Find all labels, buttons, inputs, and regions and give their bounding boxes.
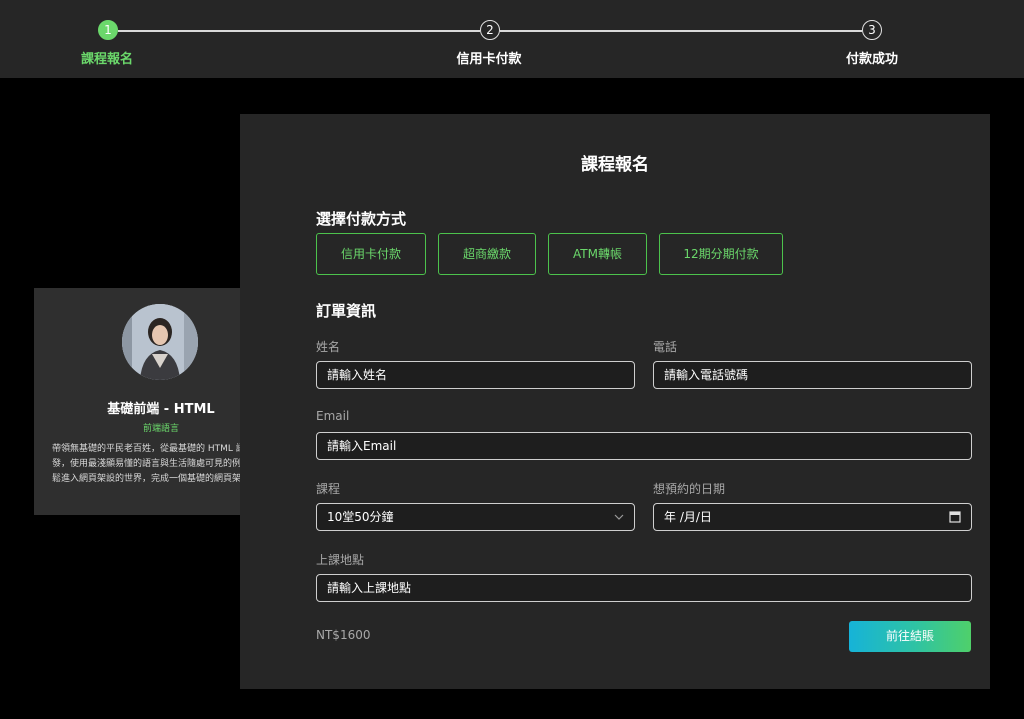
step-3-label: 付款成功 bbox=[845, 52, 899, 67]
name-label: 姓名 bbox=[316, 340, 341, 354]
step-2-label: 信用卡付款 bbox=[456, 52, 522, 67]
email-input[interactable]: 請輸入Email bbox=[316, 432, 972, 460]
phone-input[interactable]: 請輸入電話號碼 bbox=[653, 361, 972, 389]
step-connector bbox=[118, 30, 480, 32]
total-price: NT$1600 bbox=[316, 628, 371, 642]
date-input[interactable]: 年 /月/日 bbox=[653, 503, 972, 531]
date-input-value: 年 /月/日 bbox=[664, 510, 712, 524]
course-description: 帶領無基礎的平民老百姓，從最基礎的 HTML 語法出發，使用最淺顯易懂的語言與生… bbox=[52, 444, 269, 484]
payment-option-atm[interactable]: ATM轉帳 bbox=[548, 233, 647, 275]
step-3-indicator: 3 bbox=[862, 20, 882, 40]
course-select-label: 課程 bbox=[316, 482, 341, 496]
date-label: 想預約的日期 bbox=[653, 482, 726, 496]
course-select-value: 10堂50分鐘 bbox=[327, 510, 394, 524]
registration-form-panel: 課程報名 選擇付款方式 信用卡付款 超商繳款 ATM轉帳 12期分期付款 訂單資… bbox=[240, 114, 990, 689]
chevron-down-icon bbox=[614, 504, 624, 539]
instructor-avatar bbox=[122, 304, 198, 380]
calendar-icon[interactable] bbox=[949, 504, 961, 539]
checkout-button[interactable]: 前往結賬 bbox=[849, 621, 971, 652]
step-1-label: 課程報名 bbox=[80, 52, 134, 67]
payment-option-credit-card[interactable]: 信用卡付款 bbox=[316, 233, 426, 275]
payment-option-convenience-store[interactable]: 超商繳款 bbox=[438, 233, 536, 275]
payment-option-installment[interactable]: 12期分期付款 bbox=[659, 233, 783, 275]
progress-stepper: 1 2 3 課程報名 信用卡付款 付款成功 bbox=[0, 0, 1024, 78]
name-input[interactable]: 請輸入姓名 bbox=[316, 361, 635, 389]
phone-label: 電話 bbox=[653, 340, 678, 354]
avatar-photo bbox=[122, 304, 198, 380]
step-1-indicator: 1 bbox=[98, 20, 118, 40]
step-2-indicator: 2 bbox=[480, 20, 500, 40]
payment-section-title: 選擇付款方式 bbox=[316, 210, 407, 228]
step-connector bbox=[500, 30, 862, 32]
email-label: Email bbox=[316, 409, 350, 423]
order-section-title: 訂單資訊 bbox=[316, 302, 377, 320]
page-title: 課程報名 bbox=[581, 155, 649, 175]
course-select[interactable]: 10堂50分鐘 bbox=[316, 503, 635, 531]
location-input[interactable]: 請輸入上課地點 bbox=[316, 574, 972, 602]
location-label: 上課地點 bbox=[316, 553, 365, 567]
